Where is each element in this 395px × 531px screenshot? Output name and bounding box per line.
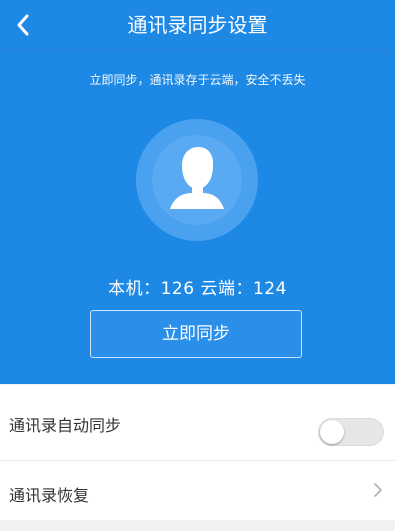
user-avatar-icon <box>170 147 224 209</box>
sync-hero-panel: 立即同步，通讯录存于云端，安全不丢失 本机：126 云端：124 立即同步 <box>0 50 395 384</box>
chevron-right-icon <box>374 483 382 497</box>
auto-sync-row[interactable]: 通讯录自动同步 <box>0 391 395 461</box>
auto-sync-toggle[interactable] <box>318 418 384 446</box>
top-bar: 通讯录同步设置 <box>0 0 395 50</box>
avatar <box>136 119 258 241</box>
toggle-knob <box>320 420 344 444</box>
sync-now-button[interactable]: 立即同步 <box>90 310 302 358</box>
restore-label: 通讯录恢复 <box>9 486 90 505</box>
settings-list: 通讯录自动同步 通讯录恢复 <box>0 385 395 520</box>
sync-subtitle: 立即同步，通讯录存于云端，安全不丢失 <box>89 73 306 87</box>
auto-sync-label: 通讯录自动同步 <box>9 416 122 435</box>
page-title: 通讯录同步设置 <box>127 13 268 37</box>
contact-counts: 本机：126 云端：124 <box>108 279 287 299</box>
avatar-inner-circle <box>152 135 242 225</box>
restore-row[interactable]: 通讯录恢复 <box>0 461 395 531</box>
